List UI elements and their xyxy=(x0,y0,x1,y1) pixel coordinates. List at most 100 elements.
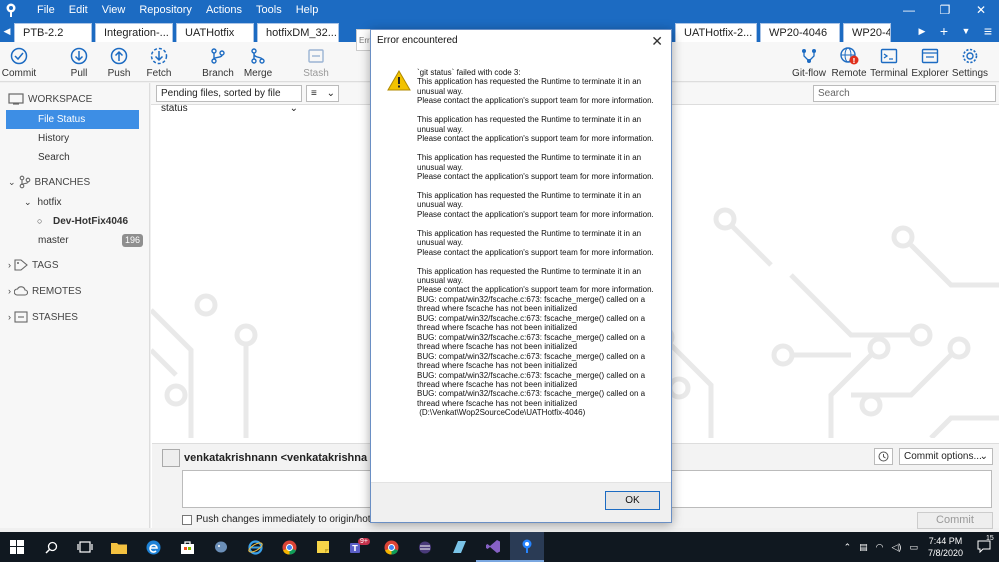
settings-button[interactable]: Settings xyxy=(947,42,993,82)
cloud-icon xyxy=(14,286,28,296)
tab-hotfixdm[interactable]: hotfixDM_32... xyxy=(257,23,339,42)
edge-taskbar[interactable] xyxy=(136,532,170,562)
menu-file[interactable]: File xyxy=(30,0,62,20)
task-view-button[interactable] xyxy=(68,532,102,562)
chrome-taskbar[interactable] xyxy=(272,532,306,562)
tab-menu-icon[interactable]: ≡ xyxy=(977,23,999,39)
remote-globe-icon: ! xyxy=(840,47,859,65)
sourcetree-taskbar[interactable] xyxy=(510,532,544,562)
menu-view[interactable]: View xyxy=(95,0,133,20)
terminal-button[interactable]: Terminal xyxy=(866,42,912,82)
commit-submit-button[interactable]: Commit xyxy=(917,512,993,529)
eclipse-taskbar[interactable] xyxy=(408,532,442,562)
sidebar-item-search[interactable]: Search xyxy=(0,148,149,167)
tab-wp20-41[interactable]: WP20-41 xyxy=(843,23,891,42)
menu-help[interactable]: Help xyxy=(289,0,326,20)
pending-files-select[interactable]: Pending files, sorted by file status ⌄ xyxy=(156,85,302,114)
tab-uathotfix-2[interactable]: UATHotfix-2... xyxy=(675,23,757,42)
visual-studio-taskbar[interactable] xyxy=(476,532,510,562)
branch-folder-hotfix[interactable]: ⌄ hotfix xyxy=(0,193,149,212)
keyboard-icon[interactable]: ▭ xyxy=(905,542,922,553)
menu-edit[interactable]: Edit xyxy=(62,0,95,20)
ie-taskbar[interactable] xyxy=(238,532,272,562)
taskbar-clock[interactable]: 7:44 PM 7/8/2020 xyxy=(922,535,969,559)
chevron-down-icon: ⌄ xyxy=(24,197,32,207)
tool-taskbar[interactable] xyxy=(442,532,476,562)
chevron-down-icon: ⌄ xyxy=(979,451,988,462)
tab-integration[interactable]: Integration-... xyxy=(95,23,173,42)
dialog-footer: OK xyxy=(371,482,671,522)
commit-history-button[interactable] xyxy=(874,448,893,465)
tab-uathotfix[interactable]: UATHotfix xyxy=(176,23,254,42)
tag-icon xyxy=(14,259,28,271)
notes-taskbar[interactable] xyxy=(306,532,340,562)
file-explorer-taskbar[interactable] xyxy=(102,532,136,562)
internet-explorer-icon xyxy=(247,539,263,555)
store-bag-icon xyxy=(180,540,194,554)
pull-icon xyxy=(70,47,88,65)
edge-icon xyxy=(146,540,160,554)
notification-center[interactable]: 15 xyxy=(969,535,999,555)
chevron-up-icon[interactable]: ⌃ xyxy=(840,542,856,553)
view-mode-select[interactable]: ≡ ⌄ xyxy=(306,85,339,102)
ok-button[interactable]: OK xyxy=(605,491,660,510)
tab-dropdown-icon[interactable]: ▼ xyxy=(955,26,977,36)
menu-repository[interactable]: Repository xyxy=(132,0,199,20)
remotes-header[interactable]: › REMOTES xyxy=(0,280,149,302)
tab-scroll-left-icon[interactable]: ◀ xyxy=(0,20,14,42)
push-immediately-option[interactable]: Push changes immediately to origin/hotf xyxy=(182,514,373,525)
chevron-right-icon: › xyxy=(8,286,11,296)
network-icon[interactable]: ▤ xyxy=(855,542,872,553)
task-view-icon xyxy=(77,541,93,553)
sidebar: WORKSPACE File Status History Search ⌄ B… xyxy=(0,83,150,528)
branch-master[interactable]: master 196 xyxy=(0,231,149,250)
taskbar-search[interactable] xyxy=(34,532,68,562)
svg-text:!: ! xyxy=(852,57,855,65)
sidebar-item-history[interactable]: History xyxy=(0,129,149,148)
workspace-header[interactable]: WORKSPACE xyxy=(0,88,149,110)
stash-icon xyxy=(14,311,28,323)
database-app-taskbar[interactable] xyxy=(204,532,238,562)
minimize-icon[interactable]: — xyxy=(891,0,927,20)
sticky-notes-icon xyxy=(317,541,329,553)
avatar xyxy=(162,449,180,467)
start-button[interactable] xyxy=(0,532,34,562)
fetch-button[interactable]: Fetch xyxy=(136,42,182,82)
merge-button[interactable]: Merge xyxy=(235,42,281,82)
gear-icon xyxy=(962,48,978,64)
stashes-header[interactable]: › STASHES xyxy=(0,306,149,328)
current-branch-circle-icon: ○ xyxy=(37,216,43,226)
store-taskbar[interactable] xyxy=(170,532,204,562)
commit-button[interactable]: Commit xyxy=(0,42,42,82)
teams-taskbar[interactable]: T 9+ xyxy=(340,532,374,562)
maximize-icon[interactable]: ❐ xyxy=(927,0,963,20)
menu-tools[interactable]: Tools xyxy=(249,0,289,20)
branch-current[interactable]: ○ Dev-HotFix4046 xyxy=(0,212,149,231)
stash-button[interactable]: Stash xyxy=(293,42,339,82)
push-immediately-checkbox[interactable] xyxy=(182,514,192,525)
volume-icon[interactable]: ◁) xyxy=(888,542,906,553)
tab-scroll-right-icon[interactable]: ▶ xyxy=(911,26,933,37)
menu-actions[interactable]: Actions xyxy=(199,0,249,20)
tab-ptb[interactable]: PTB-2.2 xyxy=(14,23,92,42)
error-dialog: Error encountered ✕ `git status` failed … xyxy=(370,29,672,523)
wifi-icon[interactable]: ◠ xyxy=(872,542,888,553)
database-elephant-icon xyxy=(215,541,227,552)
close-icon[interactable]: ✕ xyxy=(651,30,663,52)
tab-wp20-4046[interactable]: WP20-4046 xyxy=(760,23,840,42)
search-icon xyxy=(44,541,57,554)
close-window-icon[interactable]: ✕ xyxy=(963,0,999,20)
sourcetree-icon xyxy=(522,539,532,553)
folder-icon xyxy=(111,542,127,554)
branches-header[interactable]: ⌄ BRANCHES xyxy=(0,171,149,193)
chrome-2-taskbar[interactable] xyxy=(374,532,408,562)
sourcetree-logo-icon xyxy=(0,0,22,20)
chevron-down-icon: ⌄ xyxy=(326,88,335,99)
new-tab-plus-icon[interactable]: + xyxy=(933,23,955,39)
tags-header[interactable]: › TAGS xyxy=(0,254,149,276)
title-bar: File Edit View Repository Actions Tools … xyxy=(0,0,999,20)
eclipse-icon xyxy=(419,541,431,553)
search-input[interactable]: Search xyxy=(813,85,996,102)
commit-options-button[interactable]: Commit options... ⌄ xyxy=(899,448,993,465)
sidebar-item-file-status[interactable]: File Status xyxy=(6,110,139,129)
